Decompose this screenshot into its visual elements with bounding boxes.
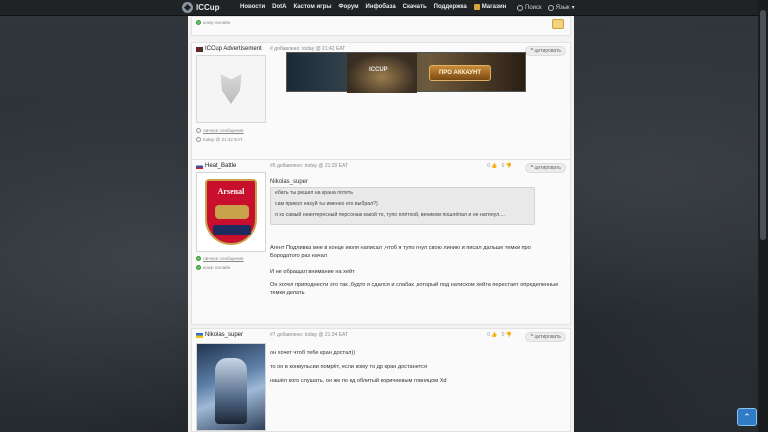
- post-body-line: Он хотел приподнести это так ,будто я сд…: [270, 282, 559, 297]
- page-scrollbar[interactable]: [758, 0, 768, 432]
- quote-button[interactable]: ❞ цитировать: [525, 332, 566, 342]
- online-status: юзер онлайн: [196, 265, 230, 270]
- nav-item-download[interactable]: Скачать: [403, 4, 427, 10]
- author-name: ICCup Advertisement: [205, 46, 262, 52]
- author-name: Nikolas_super: [205, 332, 244, 338]
- thumb-up-icon: 👍: [491, 163, 498, 169]
- clock-icon: [196, 137, 201, 142]
- post-author[interactable]: Heat_Battle: [196, 163, 236, 169]
- vote-down[interactable]: 0 👎: [502, 163, 512, 169]
- quote-button-label: цитировать: [534, 334, 561, 340]
- search-link[interactable]: Поиск: [517, 4, 542, 11]
- quote-line: сам прикол нахуй ты именно его выбрал?): [275, 200, 378, 207]
- post-meta: #6 добавлено: today @ 21:29 EAT: [270, 163, 349, 169]
- default-mask-icon: [220, 74, 242, 104]
- nav-item-custom[interactable]: Кастом игры: [294, 4, 332, 10]
- thumb-down-icon: 👎: [505, 332, 512, 338]
- site-logo[interactable]: ICCup: [182, 2, 220, 13]
- crown-icon: [552, 19, 564, 29]
- post-time: today @ 21:42 EAT: [196, 137, 243, 142]
- post-body-line: нашёл кого слушать, он же по кд облитый …: [270, 378, 447, 384]
- nav-item-support[interactable]: Поддержка: [434, 4, 467, 10]
- banner-hero-image: [347, 53, 417, 93]
- post-body-line: то он в конвульсии помрёт, если кому то …: [270, 364, 427, 370]
- post-votes: 0 👍 0 👎: [487, 332, 512, 338]
- search-label: Поиск: [525, 4, 542, 11]
- message-icon: [196, 128, 201, 133]
- scroll-to-top-button[interactable]: ⌃: [737, 408, 757, 426]
- nav-item-forum[interactable]: Форум: [338, 4, 358, 10]
- flag-icon: [196, 46, 203, 52]
- post-body-line: И не обращал внимание на хейт: [270, 269, 355, 275]
- online-status: юзер онлайн: [196, 20, 230, 25]
- arsenal-crest: Arsenal: [205, 179, 257, 245]
- thumb-down-icon: 👎: [505, 163, 512, 169]
- quote-block: ебать ты решил на крана потеть сам прико…: [270, 187, 535, 226]
- pro-account-button[interactable]: ПРО АККАУНТ: [429, 65, 491, 81]
- online-icon: [196, 20, 201, 25]
- quote-icon: ❞: [530, 48, 534, 54]
- quote-button[interactable]: ❞ цитировать: [525, 163, 566, 173]
- flag-icon: [196, 332, 203, 338]
- chevron-up-icon: ⌃: [743, 411, 751, 422]
- message-icon: [196, 256, 201, 261]
- quote-button-label: цитировать: [534, 165, 561, 171]
- crest-band: [213, 225, 251, 235]
- nav-item-shop[interactable]: Магазин: [473, 4, 507, 10]
- nav-item-infobase[interactable]: Инфобаза: [366, 4, 396, 10]
- logo-text: ICCup: [196, 3, 220, 12]
- quote-icon: ❞: [530, 165, 534, 171]
- post-author[interactable]: Nikolas_super: [196, 332, 243, 338]
- search-icon: [517, 4, 523, 11]
- private-message-link[interactable]: личное сообщение: [196, 256, 244, 261]
- thumb-up-icon: 👍: [491, 332, 498, 338]
- forum-post: Nikolas_super #7 добавлено: today @ 21:3…: [191, 328, 571, 432]
- avatar[interactable]: Arsenal: [196, 172, 266, 252]
- quote-button-label: цитировать: [534, 48, 561, 54]
- vote-up[interactable]: 0 👍: [487, 163, 497, 169]
- forum-post: ICCup Advertisement # добавлено: today @…: [191, 42, 571, 170]
- private-message-link[interactable]: личное сообщение: [196, 128, 244, 133]
- online-icon: [196, 265, 201, 270]
- shop-icon: [473, 4, 480, 10]
- avatar[interactable]: [196, 343, 266, 431]
- vote-down[interactable]: 0 👎: [502, 332, 512, 338]
- post-author[interactable]: ICCup Advertisement: [196, 46, 262, 52]
- iccup-logo-icon: [182, 2, 193, 13]
- author-name: Heat_Battle: [205, 163, 237, 169]
- vote-up[interactable]: 0 👍: [487, 332, 497, 338]
- crest-text: Arsenal: [217, 187, 245, 196]
- forum-thread: юзер онлайн ICCup Advertisement # добавл…: [188, 16, 574, 432]
- previous-post-fragment: юзер онлайн: [191, 16, 571, 36]
- forum-post: Heat_Battle #6 добавлено: today @ 21:29 …: [191, 159, 571, 325]
- nav-item-dota[interactable]: DotA: [272, 4, 286, 10]
- language-label: Язык: [555, 4, 570, 11]
- chevron-down-icon: ▾: [571, 5, 575, 11]
- ad-banner[interactable]: ICCUP ПРО АККАУНТ: [286, 52, 526, 93]
- globe-icon: [547, 4, 554, 11]
- quote-line: ебать ты решил на крана потеть: [275, 190, 353, 196]
- language-selector[interactable]: Язык ▾: [547, 4, 575, 11]
- quote-icon: ❞: [530, 334, 534, 340]
- scrollbar-thumb[interactable]: [760, 10, 766, 240]
- nav-item-news[interactable]: Новости: [240, 4, 265, 10]
- quote-button[interactable]: ❞ цитировать: [525, 46, 566, 56]
- banner-logo: ICCUP: [369, 67, 388, 73]
- post-body-line: он хочет чтоб тебе кран достал)): [270, 350, 356, 356]
- post-votes: 0 👍 0 👎: [487, 163, 512, 169]
- nav-right: Поиск Язык ▾: [517, 4, 575, 11]
- main-nav: Новости DotA Кастом игры Форум Инфобаза …: [240, 4, 506, 10]
- post-body-line: Агент Подливка мне в конце июля написал …: [270, 245, 531, 260]
- cannon-icon: [215, 205, 249, 219]
- quote-line: я хз самый неинтересный персонаж какой т…: [275, 211, 505, 218]
- post-meta: #7 добавлено: today @ 21:34 EAT: [270, 332, 349, 338]
- shop-label: Магазин: [481, 4, 507, 10]
- quoted-user: Nikolas_super: [270, 179, 309, 185]
- top-navbar: ICCup Новости DotA Кастом игры Форум Инф…: [0, 0, 758, 16]
- avatar[interactable]: [196, 55, 266, 123]
- lich-king-figure: [215, 358, 247, 424]
- flag-icon: [196, 163, 203, 169]
